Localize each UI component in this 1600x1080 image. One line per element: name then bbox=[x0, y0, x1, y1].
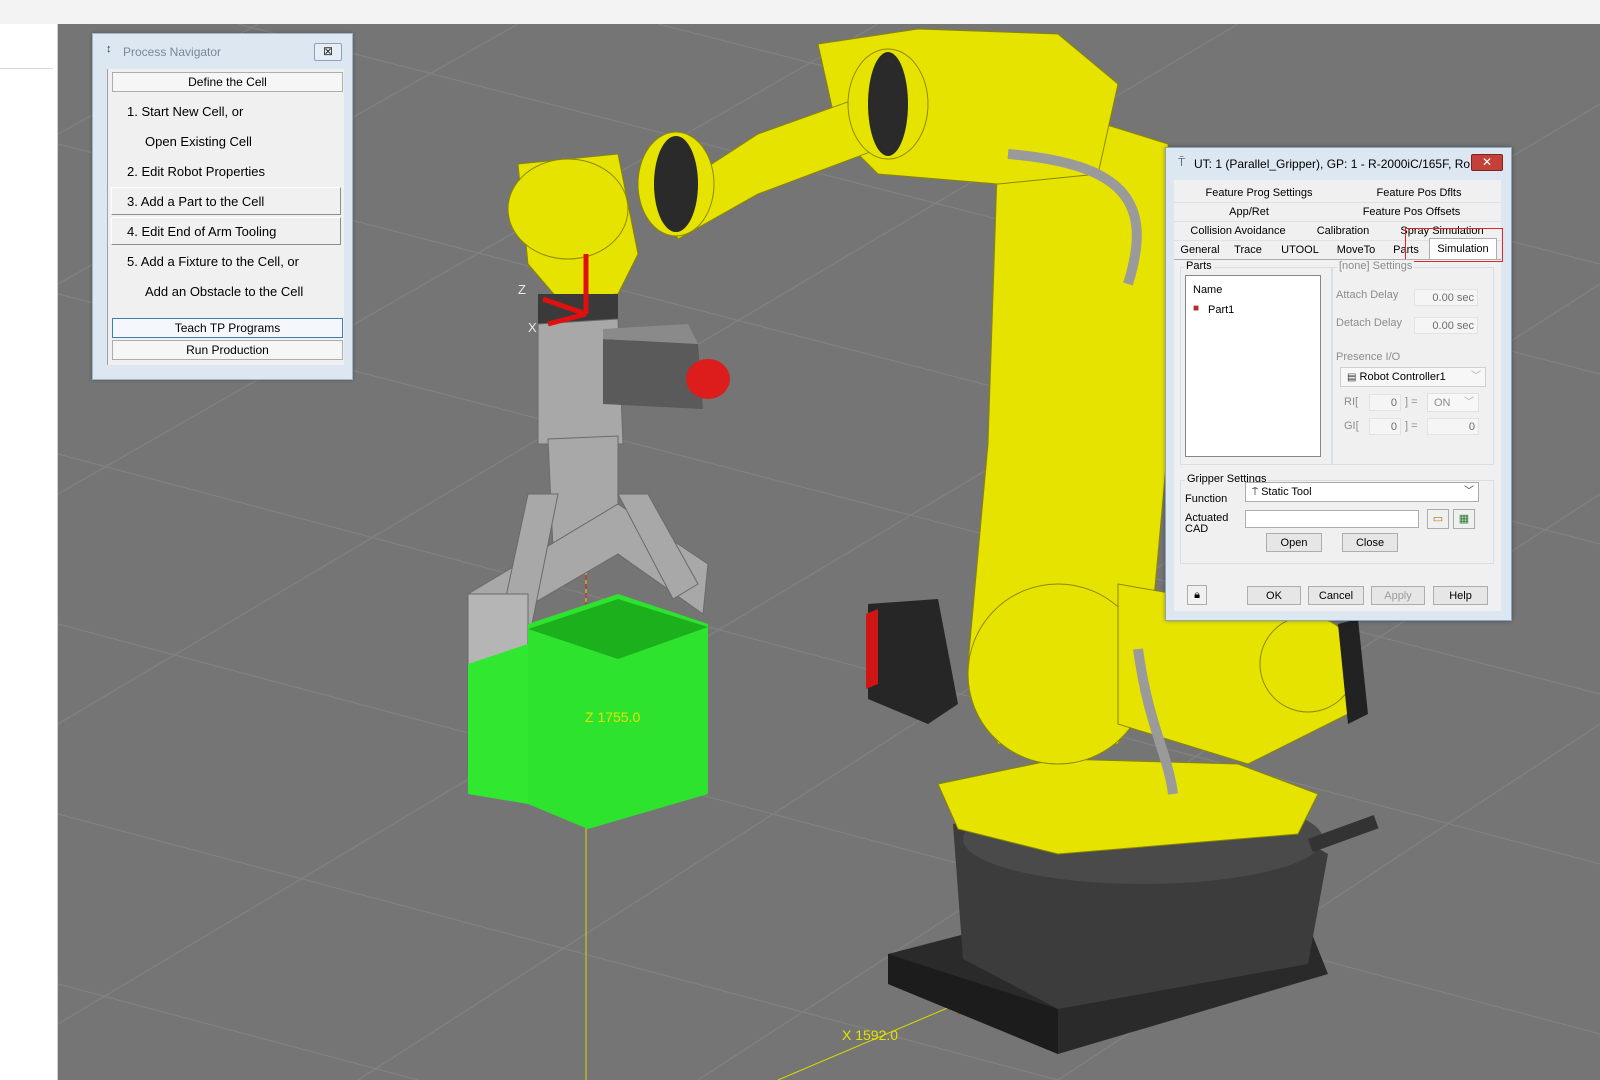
utool-dialog-client: Feature Prog Settings Feature Pos Dflts … bbox=[1174, 180, 1503, 611]
tab-trace[interactable]: Trace bbox=[1228, 241, 1268, 259]
actuated-cad-input[interactable] bbox=[1245, 510, 1419, 528]
function-select-value: Static Tool bbox=[1261, 486, 1312, 498]
part-icon: ■ bbox=[1193, 303, 1200, 314]
part-settings-group-label: [none] Settings bbox=[1337, 260, 1415, 272]
utool-properties-dialog[interactable]: ⍑ UT: 1 (Parallel_Gripper), GP: 1 - R-20… bbox=[1165, 147, 1512, 621]
ri-index-field[interactable]: 0 bbox=[1369, 394, 1401, 411]
utool-dialog-titlebar[interactable]: ⍑ UT: 1 (Parallel_Gripper), GP: 1 - R-20… bbox=[1166, 148, 1511, 178]
navigator-icon: ↕ bbox=[106, 43, 112, 55]
gi-index-field[interactable]: 0 bbox=[1369, 418, 1401, 435]
process-navigator-title: Process Navigator bbox=[123, 45, 222, 59]
process-navigator-body: Define the Cell 1. Start New Cell, or Op… bbox=[107, 69, 344, 365]
gi-label: GI[ bbox=[1344, 420, 1359, 432]
detach-delay-field[interactable]: 0.00 sec bbox=[1414, 317, 1478, 334]
gripper-tool-icon: ⍑ bbox=[1178, 155, 1186, 169]
detach-delay-label: Detach Delay bbox=[1336, 317, 1403, 329]
step-add-obstacle[interactable]: Add an Obstacle to the Cell bbox=[145, 284, 303, 300]
tab-calibration[interactable]: Calibration bbox=[1308, 222, 1378, 240]
function-label: Function bbox=[1185, 493, 1228, 505]
tab-app-ret[interactable]: App/Ret bbox=[1184, 203, 1314, 221]
ok-button[interactable]: OK bbox=[1247, 586, 1301, 605]
tab-collision-avoidance[interactable]: Collision Avoidance bbox=[1180, 222, 1296, 240]
apply-button[interactable]: Apply bbox=[1371, 586, 1425, 605]
process-navigator-titlebar[interactable]: ↕ Process Navigator ⊠ bbox=[93, 34, 352, 64]
ri-equals: ] = bbox=[1405, 396, 1418, 408]
step-start-new-cell[interactable]: 1. Start New Cell, or bbox=[127, 104, 243, 120]
tab-feature-prog-settings[interactable]: Feature Prog Settings bbox=[1184, 184, 1334, 202]
process-navigator-window[interactable]: ↕ Process Navigator ⊠ Define the Cell 1.… bbox=[92, 33, 353, 380]
app-top-bar bbox=[0, 0, 1600, 25]
presence-io-label: Presence I/O bbox=[1336, 351, 1401, 363]
simulation-tab-highlight bbox=[1405, 228, 1503, 262]
run-production-button[interactable]: Run Production bbox=[112, 340, 343, 360]
close-icon[interactable]: ✕ bbox=[1471, 154, 1503, 171]
help-button[interactable]: Help bbox=[1433, 586, 1488, 605]
chevron-down-icon: ﹀ bbox=[1471, 371, 1481, 382]
teach-tp-programs-button[interactable]: Teach TP Programs bbox=[112, 318, 343, 338]
gi-equals: ] = bbox=[1405, 420, 1418, 432]
step-edit-end-of-arm-tooling[interactable]: 4. Edit End of Arm Tooling bbox=[127, 224, 276, 240]
folder-icon[interactable]: ▭ bbox=[1427, 509, 1449, 529]
ri-label: RI[ bbox=[1344, 396, 1359, 408]
step-add-fixture[interactable]: 5. Add a Fixture to the Cell, or bbox=[127, 254, 299, 270]
close-icon[interactable]: ⊠ bbox=[314, 43, 342, 61]
tab-feature-pos-offsets[interactable]: Feature Pos Offsets bbox=[1334, 203, 1489, 221]
parts-group-label: Parts bbox=[1184, 260, 1214, 272]
axis-z-label: Z bbox=[518, 282, 526, 297]
tab-general[interactable]: General bbox=[1178, 241, 1222, 259]
controller-icon: ▤ bbox=[1347, 372, 1357, 383]
step-open-existing-cell[interactable]: Open Existing Cell bbox=[145, 134, 252, 150]
step-edit-robot-properties[interactable]: 2. Edit Robot Properties bbox=[127, 164, 265, 180]
parts-list-header: Name bbox=[1193, 284, 1223, 296]
axis-x-label: X bbox=[528, 320, 537, 335]
z-coordinate-readout: Z 1755.0 bbox=[585, 709, 641, 725]
chevron-down-icon: ﹀ bbox=[1464, 397, 1474, 408]
attach-delay-field[interactable]: 0.00 sec bbox=[1414, 289, 1478, 306]
static-tool-icon: ⍑ bbox=[1252, 487, 1258, 498]
open-button[interactable]: Open bbox=[1266, 533, 1322, 552]
chevron-down-icon: ﹀ bbox=[1464, 486, 1474, 497]
utool-dialog-title: UT: 1 (Parallel_Gripper), GP: 1 - R-2000… bbox=[1194, 157, 1481, 171]
tab-feature-pos-dflts[interactable]: Feature Pos Dflts bbox=[1344, 184, 1494, 202]
actuated-cad-label-line2: CAD bbox=[1185, 523, 1209, 535]
cad-library-icon[interactable]: ▦ bbox=[1453, 509, 1475, 529]
tab-moveto[interactable]: MoveTo bbox=[1330, 241, 1382, 259]
ri-value: ON bbox=[1434, 397, 1451, 409]
tab-utool[interactable]: UTOOL bbox=[1276, 241, 1324, 259]
attach-delay-label: Attach Delay bbox=[1336, 289, 1399, 301]
controller-select[interactable]: ▤ Robot Controller1 ﹀ bbox=[1340, 367, 1486, 387]
gi-value-field[interactable]: 0 bbox=[1427, 418, 1479, 435]
function-select[interactable]: ⍑ Static Tool ﹀ bbox=[1245, 482, 1479, 502]
define-cell-button[interactable]: Define the Cell bbox=[112, 72, 343, 92]
parts-list-item[interactable]: Part1 bbox=[1208, 304, 1234, 316]
parts-list[interactable]: Name ■ Part1 bbox=[1185, 275, 1321, 457]
ri-value-select[interactable]: ON ﹀ bbox=[1427, 393, 1479, 412]
controller-select-value: Robot Controller1 bbox=[1359, 371, 1446, 383]
step-add-part[interactable]: 3. Add a Part to the Cell bbox=[127, 194, 264, 210]
left-side-panel bbox=[0, 24, 58, 1080]
close-button[interactable]: Close bbox=[1342, 533, 1398, 552]
lock-icon[interactable]: 🔒︎ bbox=[1187, 585, 1207, 605]
cancel-button[interactable]: Cancel bbox=[1308, 586, 1364, 605]
x-coordinate-readout: X 1592.0 bbox=[842, 1027, 899, 1043]
